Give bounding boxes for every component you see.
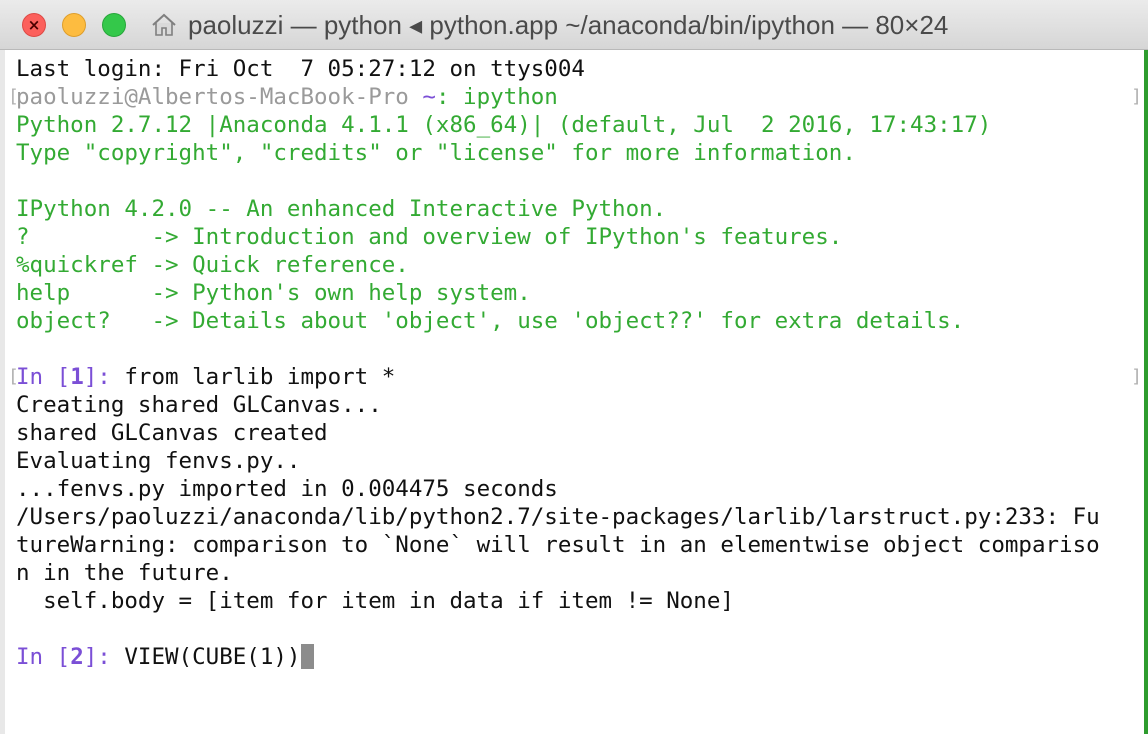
terminal-window: × paoluzzi — python ◂ python.app ~/anaco… [0, 0, 1148, 734]
maximize-button[interactable] [102, 13, 126, 37]
input-line-2[interactable]: In [2]: VIEW(CUBE(1)) [16, 643, 1142, 671]
banner-line: Type "copyright", "credits" or "license"… [16, 140, 856, 166]
in-prompt-number: 1 [70, 364, 84, 390]
last-login-line: Last login: Fri Oct 7 05:27:12 on ttys00… [16, 56, 585, 82]
banner-line [16, 167, 1142, 195]
background-window-edge-left [0, 50, 5, 734]
text-cursor [301, 644, 315, 669]
background-window-edge-right [1144, 0, 1148, 734]
close-button[interactable]: × [22, 13, 46, 37]
prompt-dir: ~ [422, 84, 436, 110]
prompt-command: : ipython [435, 84, 558, 110]
output-line: /Users/paoluzzi/anaconda/lib/python2.7/s… [16, 504, 1100, 530]
output-line: ...fenvs.py imported in 0.004475 seconds [16, 476, 558, 502]
input-code: VIEW(CUBE(1)) [124, 644, 301, 670]
close-icon: × [27, 16, 41, 34]
in-prompt-prefix: In [ [16, 644, 71, 670]
in-prompt-number: 2 [70, 644, 84, 670]
banner-line: IPython 4.2.0 -- An enhanced Interactive… [16, 196, 667, 222]
banner-line: Python 2.7.12 |Anaconda 4.1.1 (x86_64)| … [16, 112, 992, 138]
terminal-content[interactable]: Last login: Fri Oct 7 05:27:12 on ttys00… [16, 55, 1142, 671]
output-line: n in the future. [16, 560, 233, 586]
in-prompt-suffix: ]: [83, 364, 125, 390]
prompt-user: paoluzzi@Albertos-MacBook-Pro [16, 84, 409, 110]
minimize-button[interactable] [62, 13, 86, 37]
banner-line: %quickref -> Quick reference. [16, 252, 409, 278]
output-line: shared GLCanvas created [16, 420, 328, 446]
output-line: tureWarning: comparison to `None` will r… [16, 532, 1100, 558]
input-code: from larlib import * [124, 364, 396, 390]
banner-line: object? -> Details about 'object', use '… [16, 308, 965, 334]
input-line-1: In [1]: from larlib import * [16, 363, 1142, 391]
output-line: self.body = [item for item in data if it… [16, 588, 734, 614]
in-prompt-suffix: ]: [83, 644, 125, 670]
output-line: Evaluating fenvs.py.. [16, 448, 301, 474]
home-folder-icon [152, 13, 176, 36]
window-title-group: paoluzzi — python ◂ python.app ~/anacond… [150, 8, 948, 42]
in-prompt-prefix: In [ [16, 364, 71, 390]
banner-line: ? -> Introduction and overview of IPytho… [16, 224, 843, 250]
title-bar[interactable]: × paoluzzi — python ◂ python.app ~/anaco… [0, 0, 1148, 50]
shell-prompt-line: paoluzzi@Albertos-MacBook-Pro ~: ipython [16, 83, 1142, 111]
window-title: paoluzzi — python ◂ python.app ~/anacond… [188, 9, 949, 40]
banner-line: help -> Python's own help system. [16, 280, 531, 306]
output-line: Creating shared GLCanvas... [16, 392, 382, 418]
